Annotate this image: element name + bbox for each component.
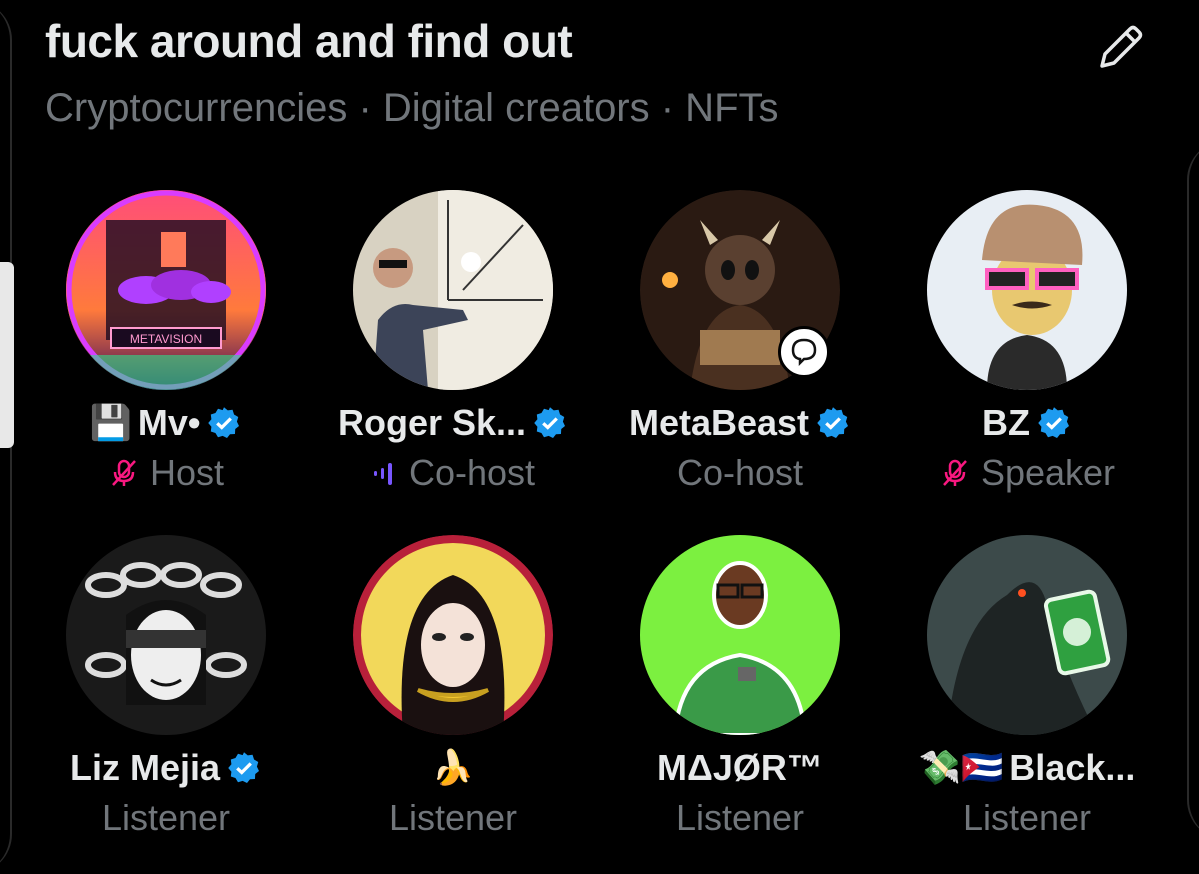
participant-name-row: 💸🇨🇺 Black... bbox=[883, 745, 1171, 791]
participant-name-row: 💾 Mv• bbox=[22, 400, 310, 446]
participant-role: Listener bbox=[101, 797, 231, 838]
participant-cohost[interactable]: MetaBeast Co-host bbox=[596, 190, 884, 494]
verified-badge-icon bbox=[817, 407, 849, 438]
participant-name: BZ bbox=[982, 402, 1030, 443]
participant-listener[interactable]: MΔJØR™ Listener bbox=[596, 535, 884, 839]
money-flag-emoji: 💸🇨🇺 bbox=[918, 749, 1004, 787]
verified-badge-icon bbox=[1038, 407, 1069, 438]
mic-off-icon bbox=[112, 459, 136, 486]
participant-name-row: Liz Mejia bbox=[22, 745, 310, 791]
space-topics: Cryptocurrencies · Digital creators · NF… bbox=[45, 86, 779, 130]
participant-name: 🍌 bbox=[431, 749, 475, 787]
avatar bbox=[640, 535, 840, 735]
mic-off-icon bbox=[943, 459, 967, 486]
participant-listener[interactable]: Liz Mejia Listener bbox=[22, 535, 310, 839]
avatar: METAVISION bbox=[66, 190, 266, 390]
floppy-disk-emoji: 💾 bbox=[89, 404, 132, 442]
avatar bbox=[927, 535, 1127, 735]
edit-pencil-icon[interactable] bbox=[1092, 20, 1148, 76]
participant-role: Listener bbox=[962, 797, 1092, 838]
space-title: fuck around and find out bbox=[45, 15, 573, 67]
verified-badge-icon bbox=[228, 752, 260, 783]
participant-name: MΔJØR™ bbox=[657, 747, 823, 788]
participant-name-row: MΔJØR™ bbox=[596, 745, 884, 791]
screen-edge-right bbox=[1187, 140, 1199, 840]
participant-host[interactable]: METAVISION 💾 Mv• Host bbox=[22, 190, 310, 494]
participant-role-row: Co-host bbox=[596, 452, 884, 494]
verified-badge-icon bbox=[534, 407, 566, 438]
participant-role-row: Host bbox=[22, 452, 310, 494]
participant-name-row: 🍌 bbox=[309, 745, 597, 791]
participant-name: Roger Sk... bbox=[337, 402, 527, 443]
participant-name: Black... bbox=[1009, 747, 1136, 788]
participant-cohost[interactable]: Roger Sk... Co-host bbox=[309, 190, 597, 494]
participant-role-row: Listener bbox=[596, 797, 884, 839]
audio-wave-icon bbox=[373, 463, 392, 485]
scrollbar[interactable] bbox=[0, 262, 14, 448]
participant-role: Listener bbox=[675, 797, 805, 838]
avatar bbox=[353, 190, 553, 390]
participant-role-row: Listener bbox=[22, 797, 310, 839]
participant-role: Speaker bbox=[980, 452, 1116, 493]
participant-name-row: MetaBeast bbox=[596, 400, 884, 446]
participant-listener[interactable]: 🍌 Listener bbox=[309, 535, 597, 839]
avatar bbox=[66, 535, 266, 735]
participant-role-row: Listener bbox=[883, 797, 1171, 839]
verified-badge-icon bbox=[208, 407, 240, 438]
participant-role-row: Listener bbox=[309, 797, 597, 839]
speech-bubble-icon bbox=[778, 326, 830, 378]
participant-name: Liz Mejia bbox=[69, 747, 221, 788]
participant-role: Co-host bbox=[408, 452, 536, 493]
participant-name: MetaBeast bbox=[628, 402, 810, 443]
svg-text:METAVISION: METAVISION bbox=[130, 332, 202, 346]
avatar bbox=[927, 190, 1127, 390]
participant-role-row: Speaker bbox=[883, 452, 1171, 494]
participant-name-row: BZ bbox=[883, 400, 1171, 446]
participant-listener[interactable]: 💸🇨🇺 Black... Listener bbox=[883, 535, 1171, 839]
participant-speaker[interactable]: BZ Speaker bbox=[883, 190, 1171, 494]
participant-role: Listener bbox=[388, 797, 518, 838]
participant-role: Host bbox=[149, 452, 225, 493]
participant-name: Mv• bbox=[137, 402, 201, 443]
avatar bbox=[353, 535, 553, 735]
participant-role-row: Co-host bbox=[309, 452, 597, 494]
avatar bbox=[640, 190, 840, 390]
participant-role: Co-host bbox=[676, 452, 804, 493]
participant-name-row: Roger Sk... bbox=[309, 400, 597, 446]
